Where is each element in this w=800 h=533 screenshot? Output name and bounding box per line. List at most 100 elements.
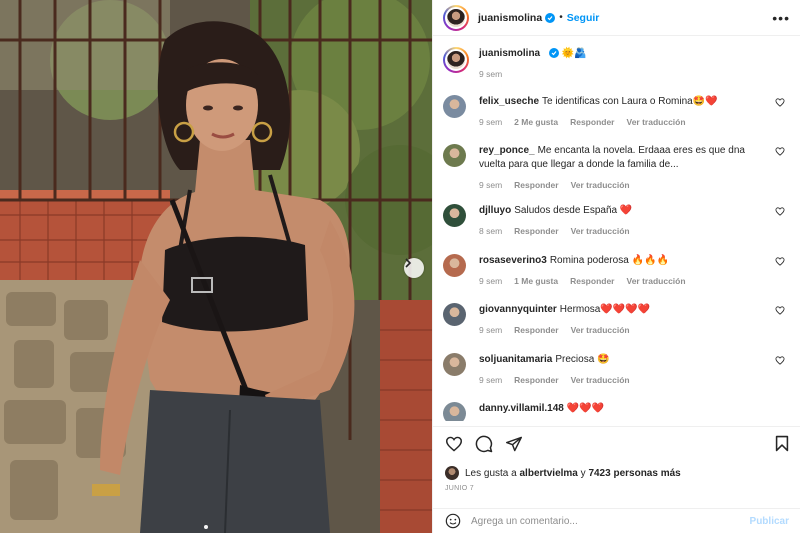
reply-button[interactable]: Responder bbox=[570, 276, 614, 286]
likes-prefix: Les gusta a bbox=[465, 467, 517, 479]
comment-meta: 9 sem Responder Ver traducción bbox=[479, 178, 767, 192]
next-photo-button[interactable] bbox=[404, 258, 424, 278]
comment-row: danny.villamil.148 ❤️❤️❤️ bbox=[443, 395, 791, 421]
comment-input[interactable]: Agrega un comentario... bbox=[471, 516, 750, 527]
follow-button[interactable]: Seguir bbox=[567, 12, 600, 24]
commenter-avatar[interactable] bbox=[443, 401, 466, 421]
post-panel: juanismolina • Seguir ••• juanismolina 🌞… bbox=[432, 0, 800, 533]
author-username[interactable]: juanismolina bbox=[478, 12, 542, 24]
commenter-avatar[interactable] bbox=[443, 144, 466, 168]
comment-row: giovannyquinter Hermosa❤️❤️❤️❤️ 9 sem Respo… bbox=[443, 296, 791, 345]
comments-list[interactable]: juanismolina 🌞🫂 9 sem felix_useche Te ide… bbox=[433, 37, 800, 421]
likes-summary: Les gusta a albertvielma y 7423 personas… bbox=[445, 466, 681, 480]
caption-username[interactable]: juanismolina bbox=[479, 48, 540, 59]
reply-button[interactable]: Responder bbox=[514, 375, 558, 385]
comment-row: soljuanitamaria Preciosa 🤩 9 sem Responder V… bbox=[443, 346, 791, 395]
post-photo[interactable] bbox=[0, 0, 432, 533]
liker-avatar[interactable] bbox=[445, 466, 459, 480]
reply-button[interactable]: Responder bbox=[514, 180, 558, 190]
share-button[interactable] bbox=[505, 436, 523, 452]
post-header: juanismolina • Seguir ••• bbox=[433, 0, 800, 36]
like-comment-button[interactable] bbox=[775, 147, 785, 159]
comment-likes[interactable]: 2 Me gusta bbox=[514, 117, 558, 127]
comment-likes[interactable]: 1 Me gusta bbox=[514, 276, 558, 286]
caption: juanismolina 🌞🫂 9 sem bbox=[443, 37, 791, 88]
comment-row: felix_useche Te identificas con Laura o R… bbox=[443, 88, 791, 137]
emoji-button[interactable] bbox=[445, 513, 461, 529]
commenter-username[interactable]: danny.villamil.148 bbox=[479, 403, 564, 414]
heart-outline-icon bbox=[775, 207, 785, 217]
commenter-avatar[interactable] bbox=[443, 303, 466, 327]
comment-meta: 8 sem Responder Ver traducción bbox=[479, 224, 767, 238]
comment-text: Romina poderosa 🔥🔥🔥 bbox=[549, 254, 669, 266]
post-image bbox=[0, 0, 432, 533]
heart-outline-icon bbox=[775, 98, 785, 107]
emoji-icon bbox=[445, 513, 461, 529]
comment-row: rey_ponce_ Me encanta la novela. Erdaaa e… bbox=[443, 137, 791, 197]
like-comment-button[interactable] bbox=[775, 257, 785, 269]
save-button[interactable] bbox=[775, 435, 789, 452]
comment-icon bbox=[475, 435, 493, 452]
commenter-username[interactable]: giovannyquinter bbox=[479, 304, 557, 315]
reply-button[interactable]: Responder bbox=[570, 117, 614, 127]
caption-time: 9 sem bbox=[479, 69, 503, 79]
commenter-avatar[interactable] bbox=[443, 253, 466, 277]
commenter-username[interactable]: soljuanitamaria bbox=[479, 354, 552, 365]
translate-button[interactable]: Ver traducción bbox=[627, 276, 686, 286]
likes-middle: y bbox=[580, 467, 586, 479]
heart-outline-icon bbox=[775, 306, 785, 315]
commenter-username[interactable]: felix_useche bbox=[479, 96, 539, 107]
commenter-avatar[interactable] bbox=[443, 352, 466, 376]
verified-icon bbox=[548, 48, 559, 58]
comment-meta: 9 sem 2 Me gusta Responder Ver traducción bbox=[479, 115, 767, 129]
translate-button[interactable]: Ver traducción bbox=[571, 226, 630, 236]
more-options-icon[interactable]: ••• bbox=[772, 11, 790, 25]
heart-outline-icon bbox=[775, 257, 785, 266]
like-comment-button[interactable] bbox=[775, 98, 785, 110]
comment-meta: 9 sem Responder Ver traducción bbox=[479, 373, 767, 387]
commenter-username[interactable]: djlluyo bbox=[479, 205, 511, 216]
commenter-avatar[interactable] bbox=[443, 95, 466, 118]
comment-button[interactable] bbox=[475, 435, 493, 453]
comment-time: 9 sem bbox=[479, 117, 503, 127]
author-avatar-small[interactable] bbox=[443, 47, 469, 73]
comment-text: Te identificas con Laura o Romina🤩❤️ bbox=[542, 96, 718, 107]
like-button[interactable] bbox=[445, 436, 463, 452]
author-avatar[interactable] bbox=[443, 4, 469, 31]
comment-time: 9 sem bbox=[479, 180, 503, 191]
like-comment-button[interactable] bbox=[775, 355, 785, 368]
likes-count[interactable]: 7423 personas más bbox=[588, 468, 680, 479]
liker-username[interactable]: albertvielma bbox=[520, 468, 578, 479]
send-icon bbox=[505, 436, 522, 451]
heart-outline-icon bbox=[775, 147, 785, 157]
reply-button[interactable]: Responder bbox=[514, 226, 558, 236]
verified-icon bbox=[545, 12, 556, 23]
comment-time: 9 sem bbox=[479, 275, 503, 286]
comment-text: Preciosa 🤩 bbox=[555, 353, 610, 365]
translate-button[interactable]: Ver traducción bbox=[571, 325, 630, 335]
comment-time: 9 sem bbox=[479, 374, 503, 385]
comment-row: djlluyo Saludos desde España ❤️ 8 sem Respo… bbox=[443, 197, 791, 246]
comment-meta: 9 sem 1 Me gusta Responder Ver traducción bbox=[479, 274, 767, 288]
commenter-avatar[interactable] bbox=[443, 204, 466, 228]
comment-text: Saludos desde España ❤️ bbox=[514, 205, 633, 217]
translate-button[interactable]: Ver traducción bbox=[627, 117, 686, 127]
commenter-username[interactable]: rosaseverino3 bbox=[479, 255, 547, 266]
commenter-username[interactable]: rey_ponce_ bbox=[479, 145, 535, 156]
add-comment-bar: Agrega un comentario... Publicar bbox=[433, 508, 800, 533]
comment-text: ❤️❤️❤️ bbox=[566, 402, 605, 414]
like-comment-button[interactable] bbox=[775, 306, 785, 318]
bookmark-icon bbox=[775, 435, 789, 452]
caption-text: 🌞🫂 bbox=[561, 48, 587, 59]
like-comment-button[interactable] bbox=[775, 207, 785, 219]
publish-button[interactable]: Publicar bbox=[750, 516, 789, 527]
reply-button[interactable]: Responder bbox=[514, 325, 558, 335]
heart-outline-icon bbox=[775, 355, 785, 365]
action-bar bbox=[433, 426, 800, 460]
separator: • bbox=[559, 12, 563, 23]
post-date: JUNIO 7 bbox=[445, 485, 474, 492]
carousel-dot bbox=[204, 525, 208, 529]
translate-button[interactable]: Ver traducción bbox=[571, 180, 630, 190]
translate-button[interactable]: Ver traducción bbox=[571, 375, 630, 385]
heart-icon bbox=[445, 436, 463, 452]
